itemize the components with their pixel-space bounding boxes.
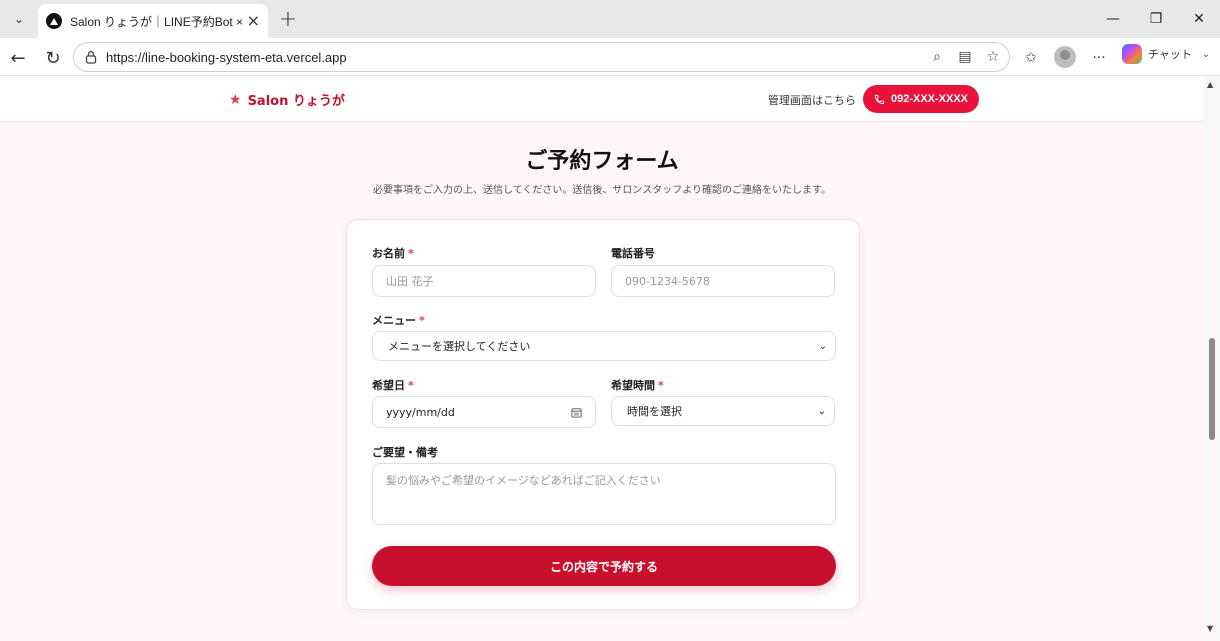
restore-window-icon[interactable]: ❐ xyxy=(1141,6,1171,32)
site-header: ★ Salon りょうが 管理画面はこちら 092-XXX-XXXX xyxy=(0,76,1204,122)
submit-booking-button[interactable]: この内容で予約する xyxy=(372,546,836,586)
phone-label: 電話番号 xyxy=(611,247,655,260)
time-selected-value: 時間を選択 xyxy=(627,405,682,418)
close-window-icon[interactable]: ✕ xyxy=(1184,6,1214,32)
notes-placeholder: 髪の悩みやご希望のイメージなどあればご記入ください xyxy=(386,474,661,487)
vercel-favicon-icon xyxy=(46,13,62,29)
page-viewport: ★ Salon りょうが 管理画面はこちら 092-XXX-XXXX ご予約フォ… xyxy=(0,76,1220,641)
copilot-logo-icon xyxy=(1122,44,1142,64)
browser-tab-bar: ⌄ Salon りょうが｜LINE予約Bot × Slack × + — ❐ ✕ xyxy=(0,0,1220,38)
page-scrollbar[interactable]: ▲ ▼ xyxy=(1204,76,1220,641)
date-value: yyyy/mm/dd xyxy=(386,405,455,419)
scroll-up-arrow-icon[interactable]: ▲ xyxy=(1207,80,1213,89)
zoom-icon[interactable]: ⌕ xyxy=(927,47,947,67)
calendar-icon[interactable] xyxy=(571,407,582,418)
chevron-down-icon[interactable]: ⌄ xyxy=(1202,49,1210,60)
profile-avatar[interactable] xyxy=(1054,46,1076,68)
page-title: ご予約フォーム xyxy=(525,149,679,174)
date-input[interactable]: yyyy/mm/dd xyxy=(372,396,596,428)
phone-input[interactable]: 090-1234-5678 xyxy=(611,265,835,297)
phone-call-button[interactable]: 092-XXX-XXXX xyxy=(863,85,979,113)
url-text: https://line-booking-system-eta.vercel.a… xyxy=(106,49,347,65)
reader-mode-icon[interactable]: ▤ xyxy=(955,47,975,67)
page-subtitle: 必要事項をご入力の上、送信してください。送信後、サロンスタッフより確認のご連絡を… xyxy=(373,185,831,196)
minimize-window-icon[interactable]: — xyxy=(1098,6,1128,32)
reload-icon[interactable]: ↻ xyxy=(39,44,67,72)
close-tab-icon[interactable]: × xyxy=(247,13,260,29)
admin-link[interactable]: 管理画面はこちら xyxy=(768,92,856,108)
tab-title: Salon りょうが｜LINE予約Bot × Slack xyxy=(70,14,246,29)
favorite-star-icon[interactable]: ☆ xyxy=(983,47,1003,67)
submit-label: この内容で予約する xyxy=(549,559,658,574)
name-placeholder: 山田 花子 xyxy=(386,275,434,288)
back-arrow-icon[interactable]: ← xyxy=(4,44,32,72)
notes-textarea[interactable]: 髪の悩みやご希望のイメージなどあればご記入ください xyxy=(372,463,836,525)
favorites-list-icon[interactable]: ✩ xyxy=(1019,46,1043,70)
name-label: お名前 * xyxy=(372,247,414,260)
brand-name: Salon りょうが xyxy=(247,94,345,109)
browser-toolbar: ← ↻ https://line-booking-system-eta.verc… xyxy=(0,38,1220,76)
time-select[interactable]: 時間を選択 ⌄ xyxy=(611,396,835,426)
phone-placeholder: 090-1234-5678 xyxy=(625,274,710,288)
phone-icon xyxy=(874,94,885,104)
booking-form-card: お名前 * 山田 花子 電話番号 090-1234-5678 メニュー * メニュー… xyxy=(346,219,860,610)
copilot-label: チャット xyxy=(1148,48,1192,61)
copilot-chat-button[interactable]: チャット ⌄ xyxy=(1122,44,1210,64)
brand-logo[interactable]: ★ Salon りょうが xyxy=(229,90,345,110)
notes-label: ご要望・備考 xyxy=(372,446,438,459)
more-menu-icon[interactable]: ··· xyxy=(1087,46,1111,70)
chevron-down-icon: ⌄ xyxy=(818,340,827,352)
menu-selected-value: メニューを選択してください xyxy=(388,340,531,353)
menu-label: メニュー * xyxy=(372,314,425,327)
date-label: 希望日 * xyxy=(372,379,414,392)
browser-tab[interactable]: Salon りょうが｜LINE予約Bot × Slack × xyxy=(38,4,268,38)
menu-select[interactable]: メニューを選択してください ⌄ xyxy=(372,331,836,361)
address-bar[interactable]: https://line-booking-system-eta.vercel.a… xyxy=(73,42,1010,72)
chevron-down-icon: ⌄ xyxy=(817,405,826,417)
site-info-lock-icon[interactable] xyxy=(84,50,98,64)
phone-number: 092-XXX-XXXX xyxy=(890,93,969,105)
name-input[interactable]: 山田 花子 xyxy=(372,265,596,297)
new-tab-plus-icon[interactable]: + xyxy=(276,7,300,32)
scroll-thumb[interactable] xyxy=(1209,338,1215,440)
time-label: 希望時間 * xyxy=(611,379,664,392)
tab-list-chevron-icon[interactable]: ⌄ xyxy=(6,6,32,32)
star-icon: ★ xyxy=(229,91,242,108)
scroll-down-arrow-icon[interactable]: ▼ xyxy=(1207,624,1213,633)
